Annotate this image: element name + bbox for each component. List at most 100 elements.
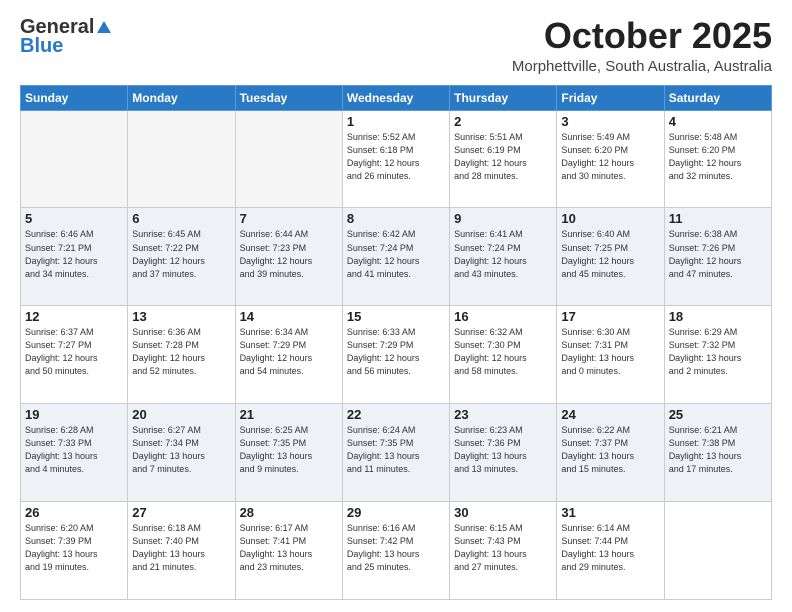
day-number: 30	[454, 505, 552, 520]
day-info: Sunrise: 6:17 AM Sunset: 7:41 PM Dayligh…	[240, 522, 338, 574]
day-number: 9	[454, 211, 552, 226]
day-info: Sunrise: 6:25 AM Sunset: 7:35 PM Dayligh…	[240, 424, 338, 476]
col-tuesday: Tuesday	[235, 85, 342, 110]
table-row: 23Sunrise: 6:23 AM Sunset: 7:36 PM Dayli…	[450, 404, 557, 502]
day-info: Sunrise: 6:22 AM Sunset: 7:37 PM Dayligh…	[561, 424, 659, 476]
logo: General Blue	[20, 16, 114, 58]
calendar-week-row: 19 Sunrise: 6:28 AM Sunset: 7:33 PM Dayli…	[21, 404, 772, 502]
table-row: 3 Sunrise: 5:49 AM Sunset: 6:20 PM Daylig…	[557, 110, 664, 208]
day-number: 22	[347, 407, 445, 422]
day-number: 19	[25, 407, 123, 422]
day-number: 16	[454, 309, 552, 324]
day-info: Sunrise: 6:36 AM Sunset: 7:28 PM Dayligh…	[132, 326, 230, 378]
table-row: 10Sunrise: 6:40 AM Sunset: 7:25 PM Dayli…	[557, 208, 664, 306]
day-info: Sunrise: 6:33 AM Sunset: 7:29 PM Dayligh…	[347, 326, 445, 378]
calendar-header-row: Sunday Monday Tuesday Wednesday Thursday…	[21, 85, 772, 110]
col-wednesday: Wednesday	[342, 85, 449, 110]
table-row: 28 Sunrise: 6:17 AM Sunset: 7:41 PM Dayli…	[235, 502, 342, 600]
day-info: Sunrise: 6:40 AM Sunset: 7:25 PM Dayligh…	[561, 228, 659, 280]
day-info: Sunrise: 6:14 AM Sunset: 7:44 PM Dayligh…	[561, 522, 659, 574]
table-row: 7 Sunrise: 6:44 AM Sunset: 7:23 PM Daylig…	[235, 208, 342, 306]
day-number: 20	[132, 407, 230, 422]
day-number: 11	[669, 211, 767, 226]
day-info: Sunrise: 6:30 AM Sunset: 7:31 PM Dayligh…	[561, 326, 659, 378]
table-row: 29 Sunrise: 6:16 AM Sunset: 7:42 PM Dayli…	[342, 502, 449, 600]
day-number: 4	[669, 114, 767, 129]
day-info: Sunrise: 6:44 AM Sunset: 7:23 PM Dayligh…	[240, 228, 338, 280]
day-info: Sunrise: 6:16 AM Sunset: 7:42 PM Dayligh…	[347, 522, 445, 574]
day-number: 13	[132, 309, 230, 324]
day-number: 5	[25, 211, 123, 226]
calendar-table: Sunday Monday Tuesday Wednesday Thursday…	[20, 85, 772, 600]
day-info: Sunrise: 5:52 AM Sunset: 6:18 PM Dayligh…	[347, 131, 445, 183]
table-row: 30 Sunrise: 6:15 AM Sunset: 7:43 PM Dayli…	[450, 502, 557, 600]
day-info: Sunrise: 6:45 AM Sunset: 7:22 PM Dayligh…	[132, 228, 230, 280]
day-number: 7	[240, 211, 338, 226]
location-title: Morphettville, South Australia, Australi…	[512, 58, 772, 75]
table-row: 2Sunrise: 5:51 AM Sunset: 6:19 PM Daylig…	[450, 110, 557, 208]
day-number: 18	[669, 309, 767, 324]
table-row: 21 Sunrise: 6:25 AM Sunset: 7:35 PM Dayli…	[235, 404, 342, 502]
table-row	[21, 110, 128, 208]
day-info: Sunrise: 6:46 AM Sunset: 7:21 PM Dayligh…	[25, 228, 123, 280]
table-row: 20 Sunrise: 6:27 AM Sunset: 7:34 PM Dayli…	[128, 404, 235, 502]
col-sunday: Sunday	[21, 85, 128, 110]
col-thursday: Thursday	[450, 85, 557, 110]
logo-icon	[95, 19, 113, 37]
calendar-week-row: 12Sunrise: 6:37 AM Sunset: 7:27 PM Dayli…	[21, 306, 772, 404]
table-row: 31 Sunrise: 6:14 AM Sunset: 7:44 PM Dayli…	[557, 502, 664, 600]
table-row: 9 Sunrise: 6:41 AM Sunset: 7:24 PM Daylig…	[450, 208, 557, 306]
table-row: 12Sunrise: 6:37 AM Sunset: 7:27 PM Dayli…	[21, 306, 128, 404]
day-number: 8	[347, 211, 445, 226]
table-row: 25Sunrise: 6:21 AM Sunset: 7:38 PM Dayli…	[664, 404, 771, 502]
day-info: Sunrise: 6:24 AM Sunset: 7:35 PM Dayligh…	[347, 424, 445, 476]
page: General Blue October 2025 Morphettville,…	[0, 0, 792, 612]
table-row: 15 Sunrise: 6:33 AM Sunset: 7:29 PM Dayli…	[342, 306, 449, 404]
table-row: 18Sunrise: 6:29 AM Sunset: 7:32 PM Dayli…	[664, 306, 771, 404]
day-number: 26	[25, 505, 123, 520]
table-row: 11Sunrise: 6:38 AM Sunset: 7:26 PM Dayli…	[664, 208, 771, 306]
table-row: 8 Sunrise: 6:42 AM Sunset: 7:24 PM Daylig…	[342, 208, 449, 306]
day-info: Sunrise: 6:21 AM Sunset: 7:38 PM Dayligh…	[669, 424, 767, 476]
day-number: 28	[240, 505, 338, 520]
day-number: 21	[240, 407, 338, 422]
day-number: 17	[561, 309, 659, 324]
day-number: 3	[561, 114, 659, 129]
table-row: 6 Sunrise: 6:45 AM Sunset: 7:22 PM Daylig…	[128, 208, 235, 306]
col-friday: Friday	[557, 85, 664, 110]
day-number: 6	[132, 211, 230, 226]
day-info: Sunrise: 6:27 AM Sunset: 7:34 PM Dayligh…	[132, 424, 230, 476]
day-info: Sunrise: 6:28 AM Sunset: 7:33 PM Dayligh…	[25, 424, 123, 476]
day-info: Sunrise: 6:32 AM Sunset: 7:30 PM Dayligh…	[454, 326, 552, 378]
day-number: 12	[25, 309, 123, 324]
day-number: 24	[561, 407, 659, 422]
day-info: Sunrise: 5:51 AM Sunset: 6:19 PM Dayligh…	[454, 131, 552, 183]
logo-blue-text: Blue	[20, 35, 63, 58]
day-info: Sunrise: 6:18 AM Sunset: 7:40 PM Dayligh…	[132, 522, 230, 574]
day-info: Sunrise: 6:20 AM Sunset: 7:39 PM Dayligh…	[25, 522, 123, 574]
table-row: 14Sunrise: 6:34 AM Sunset: 7:29 PM Dayli…	[235, 306, 342, 404]
table-row: 27 Sunrise: 6:18 AM Sunset: 7:40 PM Dayli…	[128, 502, 235, 600]
col-monday: Monday	[128, 85, 235, 110]
table-row: 4Sunrise: 5:48 AM Sunset: 6:20 PM Daylig…	[664, 110, 771, 208]
day-number: 29	[347, 505, 445, 520]
day-info: Sunrise: 6:42 AM Sunset: 7:24 PM Dayligh…	[347, 228, 445, 280]
table-row: 24 Sunrise: 6:22 AM Sunset: 7:37 PM Dayli…	[557, 404, 664, 502]
table-row	[128, 110, 235, 208]
day-info: Sunrise: 6:23 AM Sunset: 7:36 PM Dayligh…	[454, 424, 552, 476]
table-row	[235, 110, 342, 208]
day-info: Sunrise: 5:49 AM Sunset: 6:20 PM Dayligh…	[561, 131, 659, 183]
calendar-body: 1Sunrise: 5:52 AM Sunset: 6:18 PM Daylig…	[21, 110, 772, 599]
table-row: 26 Sunrise: 6:20 AM Sunset: 7:39 PM Dayli…	[21, 502, 128, 600]
table-row: 22 Sunrise: 6:24 AM Sunset: 7:35 PM Dayli…	[342, 404, 449, 502]
day-number: 27	[132, 505, 230, 520]
table-row: 16 Sunrise: 6:32 AM Sunset: 7:30 PM Dayli…	[450, 306, 557, 404]
day-number: 31	[561, 505, 659, 520]
day-number: 14	[240, 309, 338, 324]
day-number: 15	[347, 309, 445, 324]
day-info: Sunrise: 6:41 AM Sunset: 7:24 PM Dayligh…	[454, 228, 552, 280]
table-row: 19 Sunrise: 6:28 AM Sunset: 7:33 PM Dayli…	[21, 404, 128, 502]
month-title: October 2025	[512, 16, 772, 56]
title-block: October 2025 Morphettville, South Austra…	[512, 16, 772, 75]
day-info: Sunrise: 6:15 AM Sunset: 7:43 PM Dayligh…	[454, 522, 552, 574]
